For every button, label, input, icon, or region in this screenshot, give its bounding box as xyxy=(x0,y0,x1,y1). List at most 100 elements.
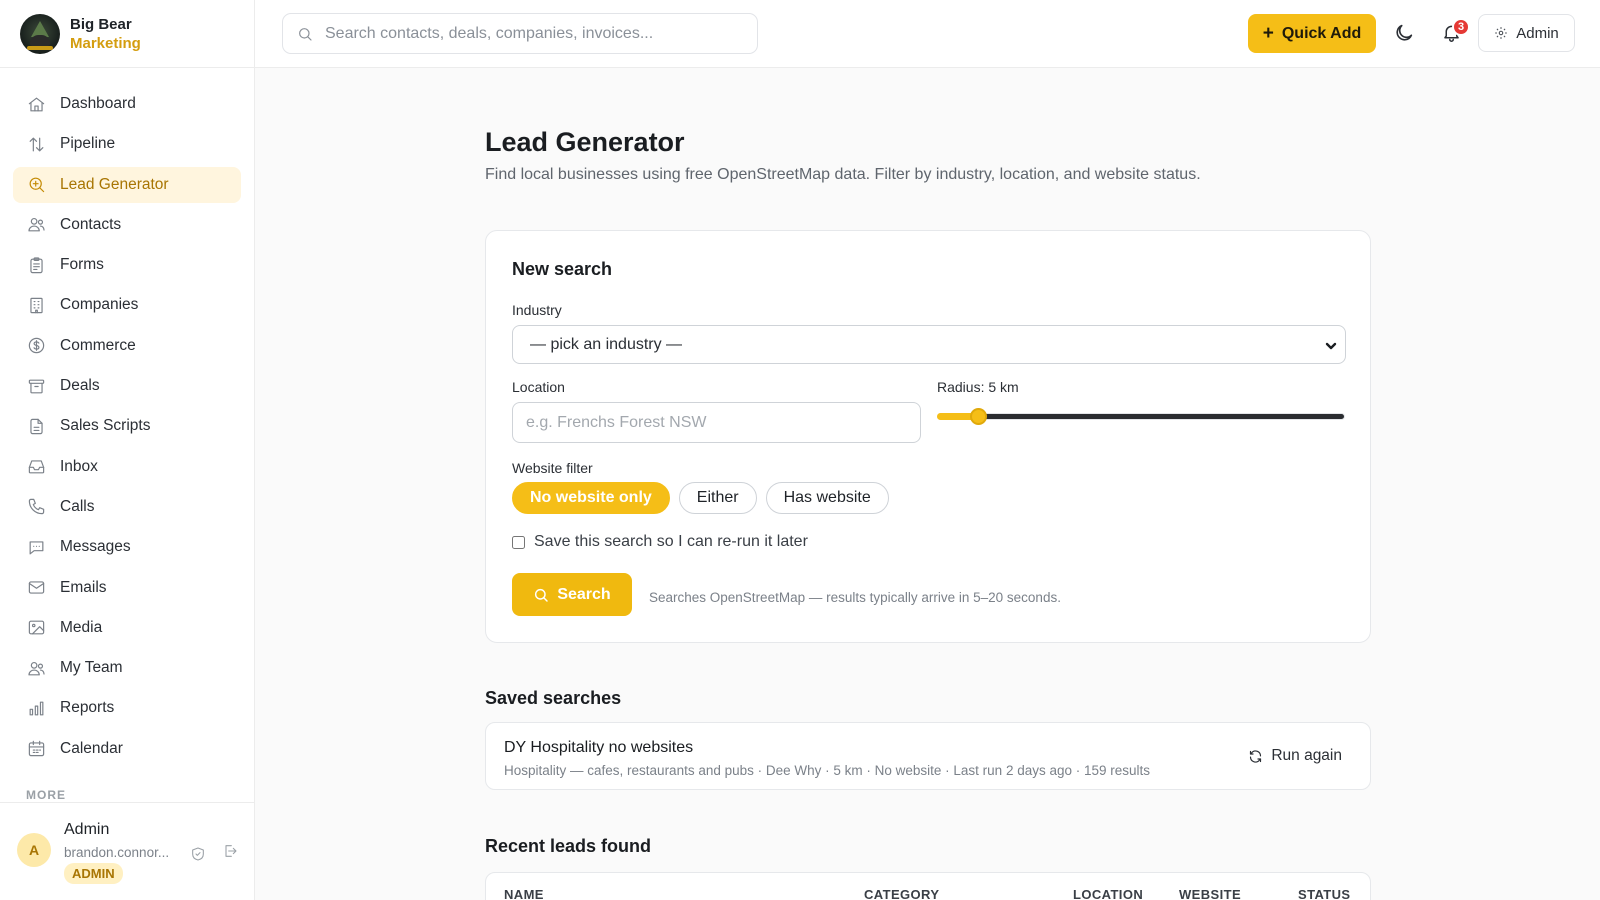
new-search-title: New search xyxy=(512,259,613,279)
admin-label: Admin xyxy=(1516,24,1559,42)
sidebar-item-deals[interactable]: Deals xyxy=(13,368,241,404)
column-header-name[interactable]: NAME xyxy=(504,887,544,900)
quick-add-button[interactable]: + Quick Add xyxy=(1248,14,1376,53)
sidebar-item-calendar[interactable]: Calendar xyxy=(13,731,241,767)
industry-label: Industry xyxy=(512,302,562,318)
location-input[interactable] xyxy=(512,402,921,443)
sidebar-item-label: Media xyxy=(60,618,103,636)
notification-badge: 3 xyxy=(1452,18,1470,36)
run-again-button[interactable]: Run again xyxy=(1248,747,1342,765)
admin-button[interactable]: Admin xyxy=(1478,14,1575,52)
sidebar-item-media[interactable]: Media xyxy=(13,610,241,646)
website-filter-label: Website filter xyxy=(512,460,593,476)
image-icon xyxy=(26,618,46,638)
global-search[interactable] xyxy=(282,13,758,54)
refresh-icon xyxy=(1250,749,1262,763)
save-search-checkbox[interactable] xyxy=(512,535,525,549)
file-text-icon xyxy=(26,416,46,436)
sidebar-item-forms[interactable]: Forms xyxy=(13,247,241,283)
column-header-status[interactable]: STATUS xyxy=(1298,887,1350,900)
plus-icon: + xyxy=(1262,23,1274,44)
industry-select[interactable]: — pick an industry — xyxy=(512,325,1346,364)
sidebar-nav: Dashboard Pipeline Lead Generator Contac… xyxy=(0,68,254,767)
user-name: Admin xyxy=(64,821,110,838)
shield-icon[interactable] xyxy=(190,846,206,862)
sidebar-item-reports[interactable]: Reports xyxy=(13,690,241,726)
sidebar-item-label: Calls xyxy=(60,497,95,515)
column-header-category[interactable]: CATEGORY xyxy=(864,887,939,900)
message-icon xyxy=(26,537,46,557)
sidebar-item-label: Calendar xyxy=(60,739,123,757)
calendar-icon xyxy=(26,739,46,759)
saved-search-item[interactable]: DY Hospitality no websites Hospitality —… xyxy=(485,722,1371,790)
recent-leads-title: Recent leads found xyxy=(485,836,652,856)
sidebar-item-label: Sales Scripts xyxy=(60,417,151,435)
sidebar-item-label: Reports xyxy=(60,699,115,717)
run-again-label: Run again xyxy=(1271,747,1342,764)
sidebar-item-pipeline[interactable]: Pipeline xyxy=(13,126,241,162)
sidebar-item-label: Emails xyxy=(60,578,107,596)
sidebar-item-contacts[interactable]: Contacts xyxy=(13,207,241,243)
avatar[interactable]: A xyxy=(17,833,51,867)
building-icon xyxy=(26,295,46,315)
clipboard-icon xyxy=(26,255,46,275)
top-bar: + Quick Add 3 Admin xyxy=(255,0,1600,68)
dark-mode-toggle[interactable] xyxy=(1393,22,1417,46)
sidebar-item-emails[interactable]: Emails xyxy=(13,570,241,606)
column-header-website[interactable]: WEBSITE xyxy=(1179,887,1241,900)
sidebar-item-my-team[interactable]: My Team xyxy=(13,650,241,686)
radius-slider-track xyxy=(937,413,1345,420)
sidebar-item-inbox[interactable]: Inbox xyxy=(13,449,241,485)
archive-icon xyxy=(26,376,46,396)
radius-slider[interactable] xyxy=(937,407,1345,427)
industry-select-value: — pick an industry — xyxy=(530,335,683,353)
website-filter-no-website[interactable]: No website only xyxy=(512,482,670,514)
brand-logo xyxy=(20,13,60,54)
phone-icon xyxy=(26,497,46,517)
moon-icon xyxy=(1396,24,1413,41)
website-filter-group: No website only Either Has website xyxy=(512,482,889,514)
sidebar: Big Bear Marketing Dashboard Pipeline Le… xyxy=(0,0,255,900)
home-icon xyxy=(26,94,46,114)
radius-slider-thumb[interactable] xyxy=(969,408,987,425)
sidebar-item-label: Dashboard xyxy=(60,95,136,112)
saved-search-meta: Hospitality — cafes, restaurants and pub… xyxy=(504,763,1151,778)
brand-name-line1: Big Bear xyxy=(70,15,132,33)
brand[interactable]: Big Bear Marketing xyxy=(0,0,254,68)
sidebar-item-label: Messages xyxy=(60,538,131,556)
recent-leads-table: NAME CATEGORY LOCATION WEBSITE STATUS xyxy=(485,872,1371,900)
search-icon xyxy=(299,27,312,41)
logout-icon[interactable] xyxy=(222,843,238,859)
search-plus-icon xyxy=(26,175,46,195)
search-button[interactable]: Search xyxy=(512,573,632,616)
sidebar-item-lead-generator[interactable]: Lead Generator xyxy=(13,166,241,203)
sidebar-item-sales-scripts[interactable]: Sales Scripts xyxy=(13,408,241,444)
radius-label: Radius: 5 km xyxy=(937,379,1019,395)
mail-icon xyxy=(26,578,46,598)
sidebar-item-label: Pipeline xyxy=(60,135,116,153)
quick-add-label: Quick Add xyxy=(1281,24,1362,42)
sidebar-item-companies[interactable]: Companies xyxy=(13,287,241,323)
user-profile: A Admin brandon.connor... ADMIN xyxy=(0,802,254,900)
bar-chart-icon xyxy=(26,698,46,718)
search-hint: Searches OpenStreetMap — results typical… xyxy=(649,590,1061,605)
column-header-location[interactable]: LOCATION xyxy=(1073,887,1143,900)
brand-name: Big Bear Marketing xyxy=(70,15,141,53)
sidebar-item-messages[interactable]: Messages xyxy=(13,529,241,565)
sidebar-item-label: Deals xyxy=(60,377,100,395)
save-search-row[interactable]: Save this search so I can re-run it late… xyxy=(512,533,808,551)
chevron-down-icon xyxy=(1325,339,1337,351)
users-icon xyxy=(26,215,46,235)
location-label: Location xyxy=(512,379,565,395)
sidebar-item-dashboard[interactable]: Dashboard xyxy=(13,86,241,122)
sidebar-item-calls[interactable]: Calls xyxy=(13,489,241,525)
sidebar-item-label: Contacts xyxy=(60,215,122,233)
sidebar-item-commerce[interactable]: Commerce xyxy=(13,328,241,364)
website-filter-has-website[interactable]: Has website xyxy=(765,482,889,514)
sidebar-item-label: Commerce xyxy=(60,336,136,354)
team-icon xyxy=(26,658,46,678)
brand-name-line2: Marketing xyxy=(70,34,141,52)
search-input[interactable] xyxy=(325,24,745,43)
website-filter-either[interactable]: Either xyxy=(678,482,757,514)
sidebar-item-label: Forms xyxy=(60,256,104,274)
